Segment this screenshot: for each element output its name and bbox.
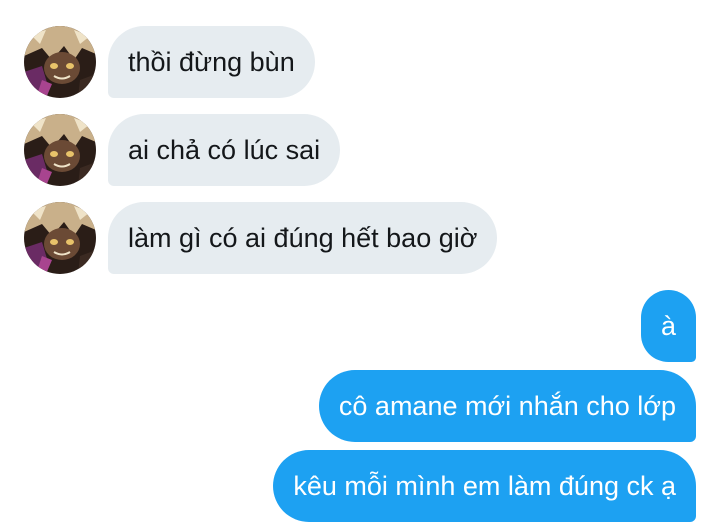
message-bubble-outgoing[interactable]: cô amane mới nhắn cho lớp [318, 370, 696, 442]
message-bubble-incoming[interactable]: thồi đừng bùn [108, 26, 315, 98]
message-bubble-outgoing[interactable]: à [640, 290, 696, 362]
message-bubble-incoming[interactable]: làm gì có ai đúng hết bao giờ [108, 202, 498, 274]
contact-avatar[interactable] [24, 202, 96, 274]
contact-avatar[interactable] [24, 114, 96, 186]
contact-avatar[interactable] [24, 26, 96, 98]
message-bubble-incoming[interactable]: ai chả có lúc sai [108, 114, 341, 186]
message-bubble-outgoing[interactable]: kêu mỗi mình em làm đúng ck ạ [273, 450, 696, 522]
